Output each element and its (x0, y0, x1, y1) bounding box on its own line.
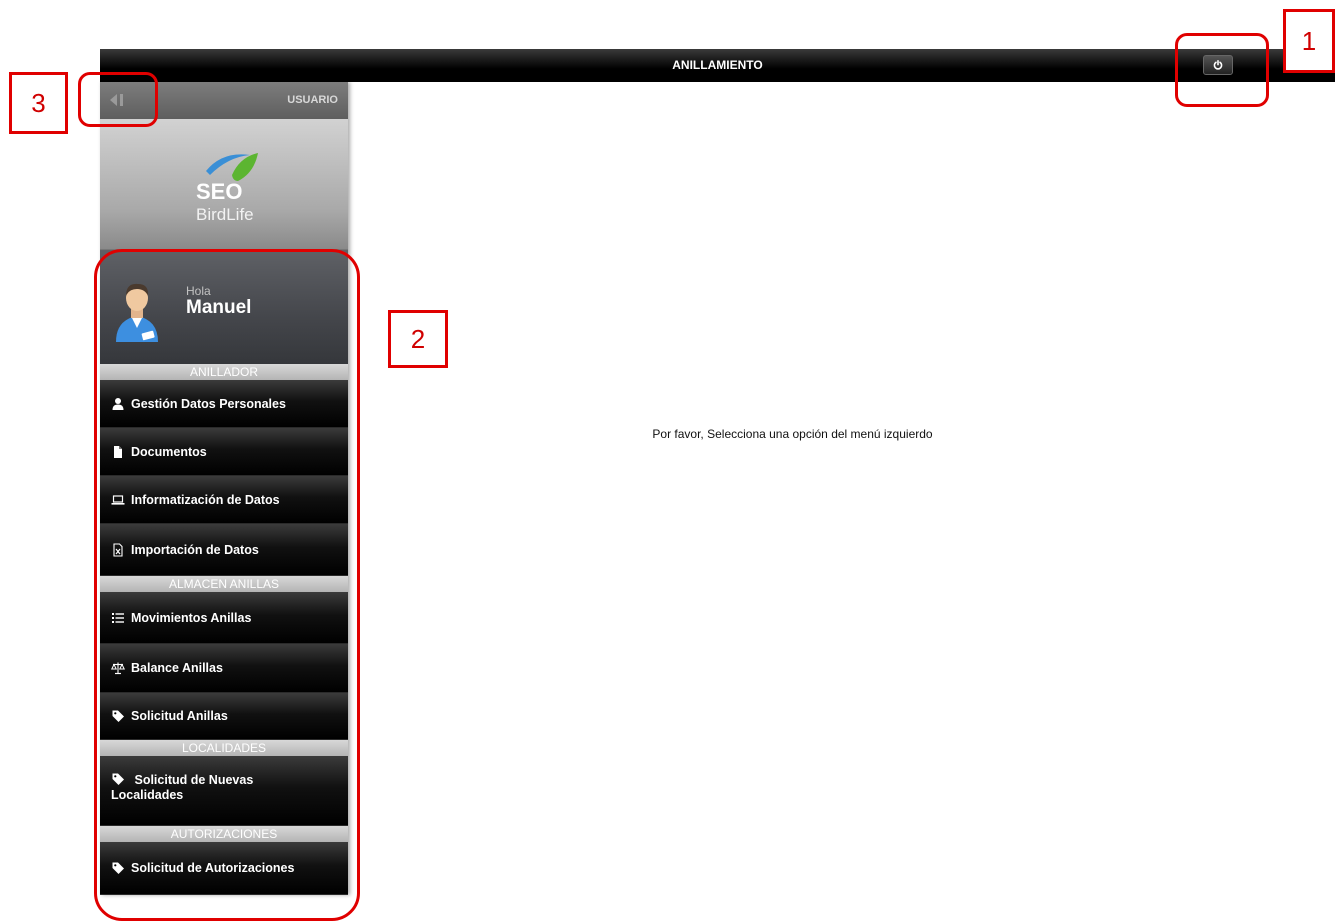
logo-area: SEO BirdLife (100, 119, 348, 249)
page: ANILLAMIENTO USUARIO SEO BirdLife Hola M… (0, 0, 1335, 921)
callout-2-number: 2 (388, 310, 448, 368)
callout-3-ring (78, 72, 158, 127)
usuario-label: USUARIO (287, 94, 338, 106)
main-message: Por favor, Selecciona una opción del men… (652, 427, 933, 441)
svg-text:BirdLife: BirdLife (196, 205, 254, 224)
callout-2-ring (94, 249, 360, 921)
app-title: ANILLAMIENTO (672, 58, 763, 72)
callout-3-number: 3 (9, 72, 68, 134)
top-bar: ANILLAMIENTO (100, 49, 1335, 82)
seo-birdlife-logo: SEO BirdLife (196, 153, 258, 224)
svg-text:SEO: SEO (196, 179, 242, 204)
callout-1-number: 1 (1283, 9, 1335, 73)
callout-1-ring (1175, 33, 1269, 107)
